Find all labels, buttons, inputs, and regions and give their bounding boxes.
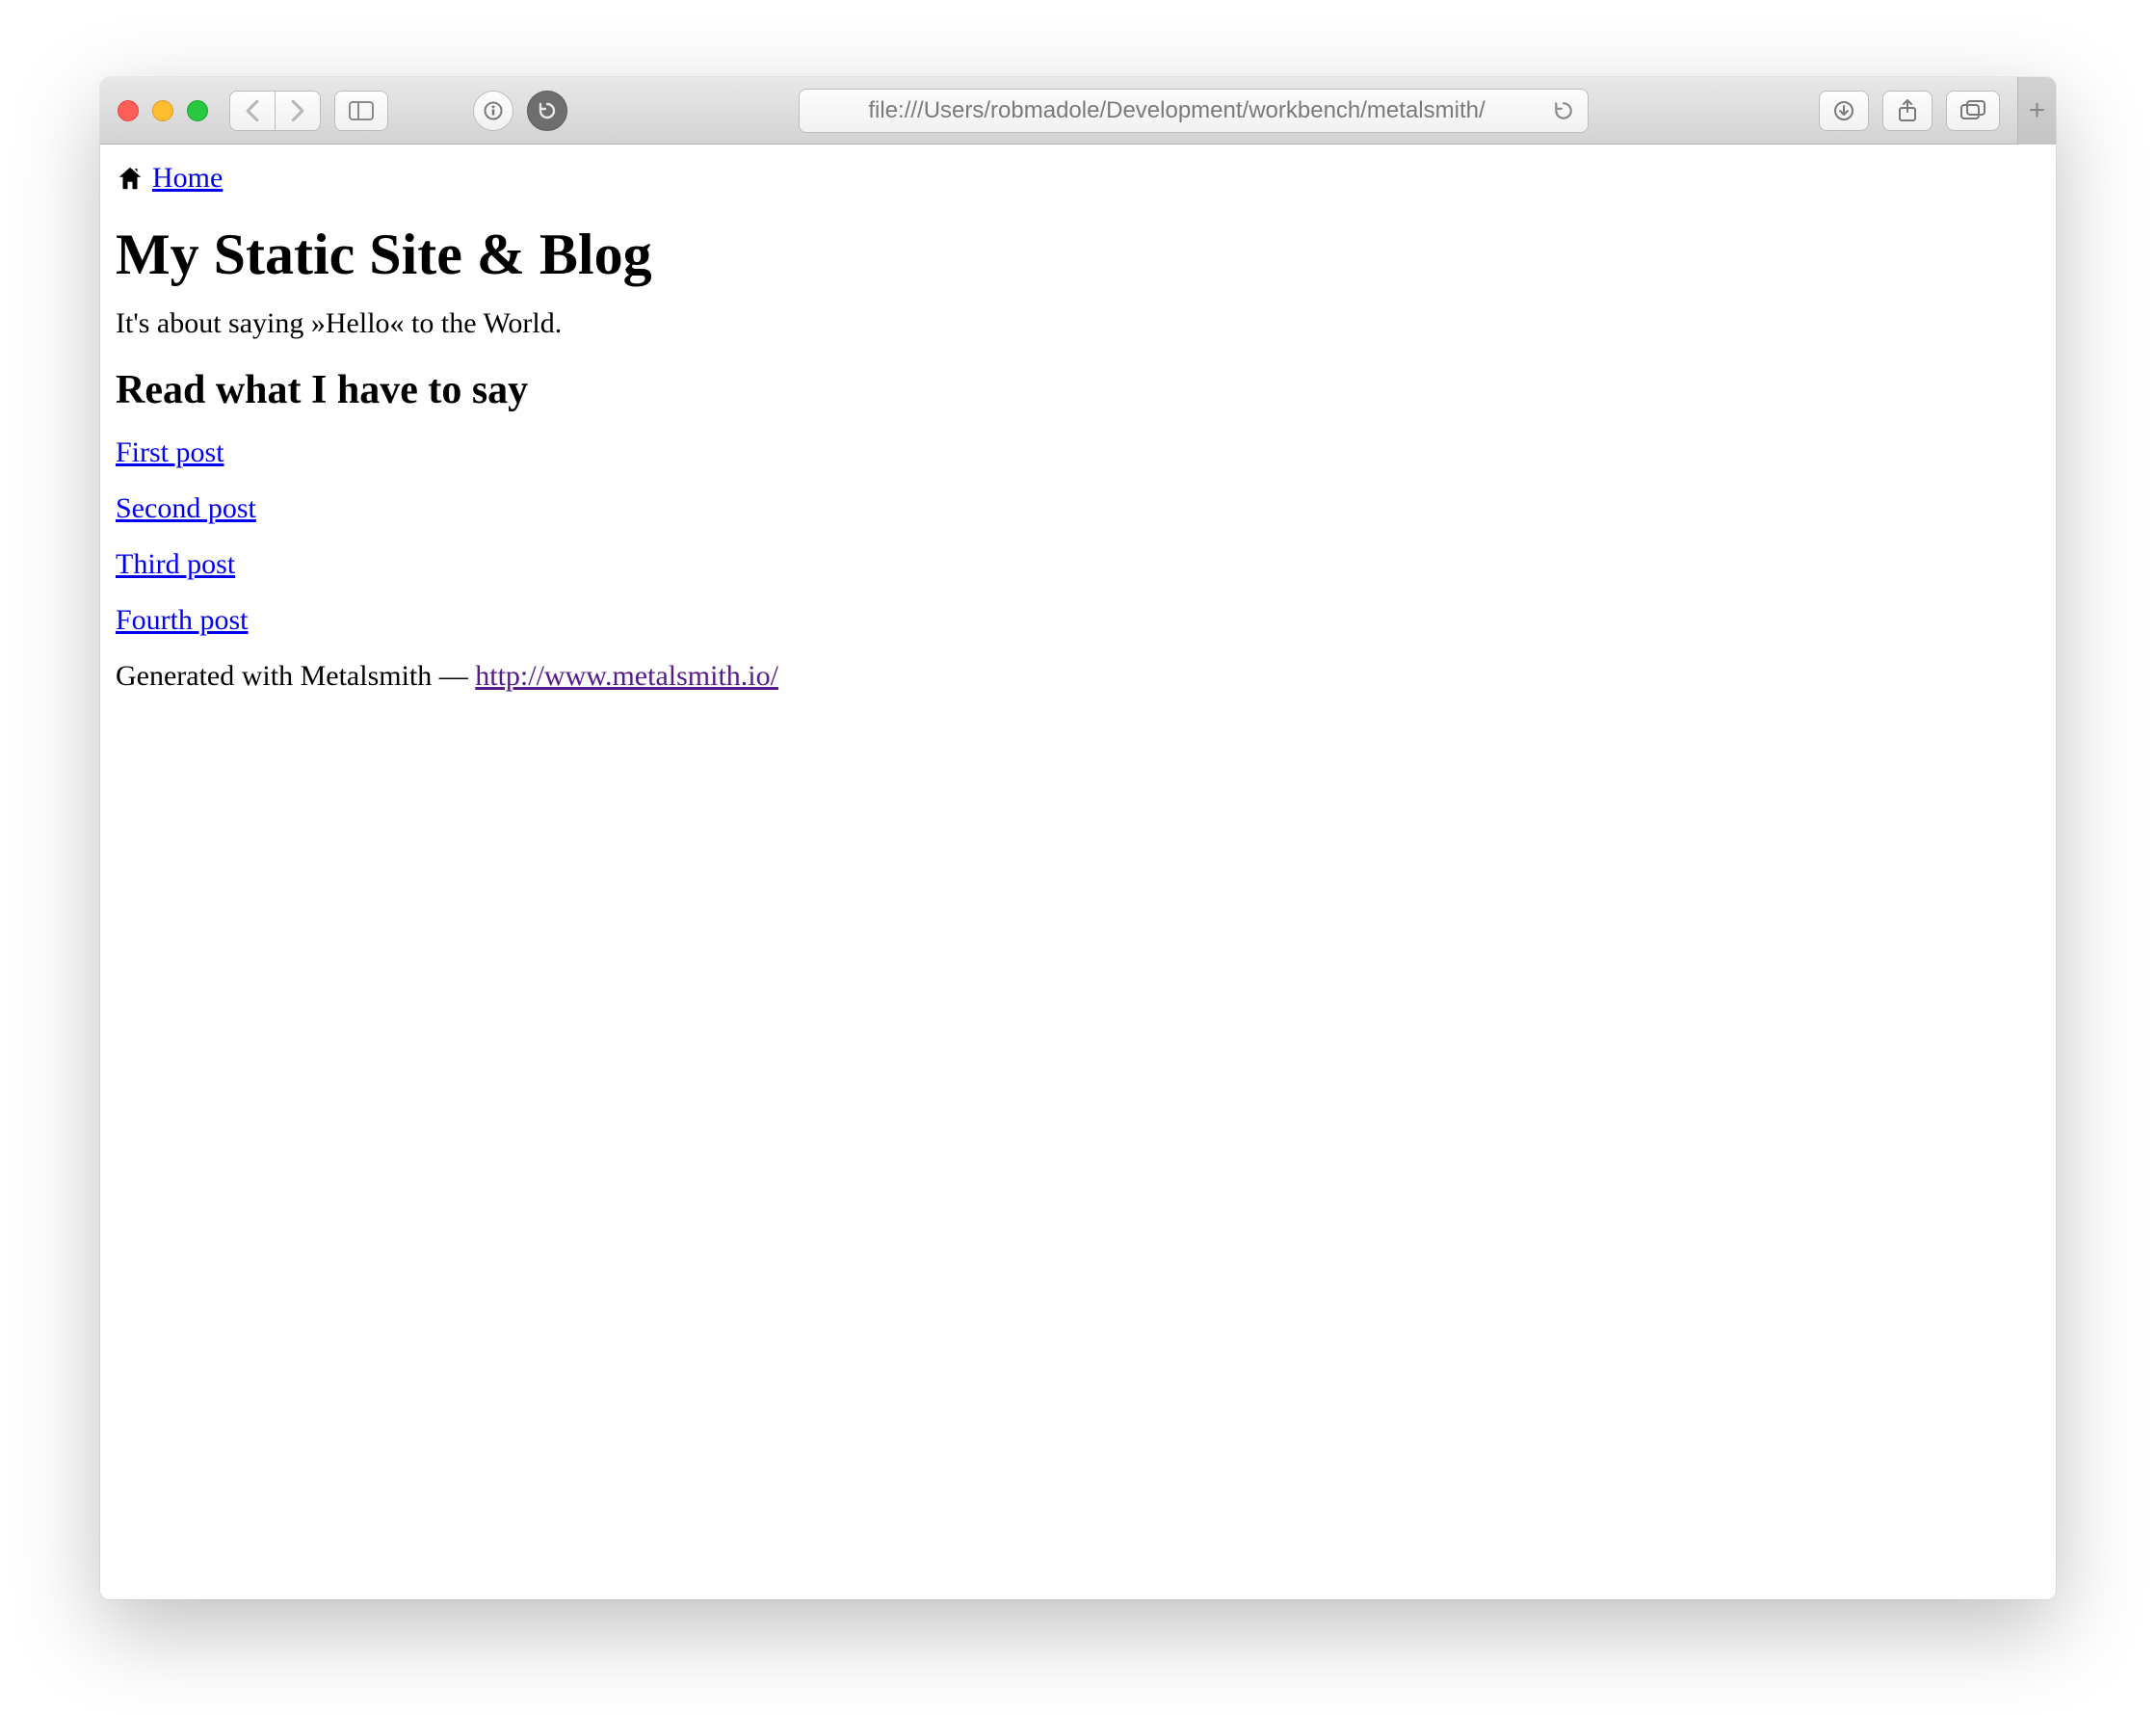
breadcrumb: Home bbox=[116, 162, 2040, 195]
right-toolbar bbox=[1819, 91, 2000, 131]
titlebar: file:///Users/robmadole/Development/work… bbox=[100, 77, 2056, 145]
tagline: It's about saying »Hello« to the World. bbox=[116, 307, 2040, 340]
generator-note: Generated with Metalsmith — http://www.m… bbox=[116, 660, 2040, 693]
section-heading: Read what I have to say bbox=[116, 367, 2040, 413]
close-window-button[interactable] bbox=[118, 100, 139, 121]
site-info-button[interactable] bbox=[473, 91, 513, 131]
minimize-window-button[interactable] bbox=[152, 100, 173, 121]
address-bar-wrap: file:///Users/robmadole/Development/work… bbox=[581, 89, 1805, 133]
downloads-button[interactable] bbox=[1819, 91, 1869, 131]
home-link[interactable]: Home bbox=[152, 162, 223, 195]
address-bar[interactable]: file:///Users/robmadole/Development/work… bbox=[799, 89, 1589, 133]
page-title: My Static Site & Blog bbox=[116, 222, 2040, 288]
refresh-icon[interactable] bbox=[1553, 100, 1574, 121]
back-button[interactable] bbox=[229, 91, 276, 131]
window-controls bbox=[118, 100, 208, 121]
forward-button[interactable] bbox=[276, 91, 321, 131]
page-content: Home My Static Site & Blog It's about sa… bbox=[100, 145, 2056, 1599]
generator-link[interactable]: http://www.metalsmith.io/ bbox=[475, 660, 778, 692]
post-list: First post Second post Third post Fourth… bbox=[116, 436, 2040, 637]
reload-button[interactable] bbox=[527, 91, 567, 131]
post-link[interactable]: Third post bbox=[116, 548, 235, 581]
generator-prefix: Generated with Metalsmith — bbox=[116, 660, 475, 692]
nav-buttons bbox=[229, 91, 321, 131]
post-link[interactable]: Fourth post bbox=[116, 604, 249, 637]
tabs-button[interactable] bbox=[1946, 91, 2000, 131]
home-icon bbox=[116, 165, 145, 192]
url-text: file:///Users/robmadole/Development/work… bbox=[813, 97, 1541, 124]
post-link[interactable]: First post bbox=[116, 436, 224, 469]
browser-window: file:///Users/robmadole/Development/work… bbox=[100, 77, 2056, 1599]
new-tab-button[interactable]: + bbox=[2017, 77, 2056, 145]
sidebar-toggle-button[interactable] bbox=[334, 91, 388, 131]
post-link[interactable]: Second post bbox=[116, 492, 256, 525]
zoom-window-button[interactable] bbox=[187, 100, 208, 121]
share-button[interactable] bbox=[1882, 91, 1933, 131]
